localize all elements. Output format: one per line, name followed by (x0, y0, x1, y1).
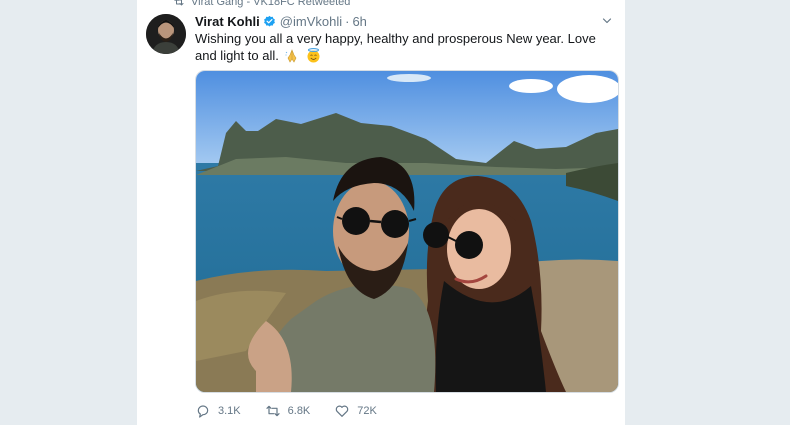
tweet-actions: 3.1K 6.8K 72K (195, 403, 401, 419)
reply-icon (197, 405, 209, 418)
tweet-header: Virat Kohli @imVkohli · 6h (195, 12, 615, 30)
handle[interactable]: @imVkohli (280, 14, 342, 29)
timestamp[interactable]: 6h (352, 14, 366, 29)
avatar[interactable] (146, 14, 186, 54)
retweet-context-text: Virat Gang - VK18FC Retweeted (191, 0, 351, 8)
retweet-icon (266, 405, 280, 417)
folded-hands-emoji-icon (285, 49, 299, 67)
retweet-count: 6.8K (287, 405, 311, 417)
heart-icon (336, 405, 349, 417)
retweet-button[interactable]: 6.8K (265, 403, 311, 419)
reply-button[interactable]: 3.1K (195, 403, 241, 419)
smiling-halo-emoji-icon (306, 48, 321, 67)
tweet-card[interactable]: Virat Gang - VK18FC Retweeted Virat Kohl… (137, 0, 625, 425)
reply-count: 3.1K (218, 405, 241, 417)
verified-badge-icon (263, 15, 276, 28)
tweet-text: Wishing you all a very happy, healthy an… (195, 30, 615, 67)
photo-selfie-coastline (196, 71, 618, 392)
retweet-context[interactable]: Virat Gang - VK18FC Retweeted (173, 0, 350, 9)
retweet-icon (174, 0, 184, 6)
like-count: 72K (357, 405, 377, 417)
tweet-photo[interactable] (195, 70, 619, 393)
separator: · (345, 13, 350, 29)
display-name[interactable]: Virat Kohli (195, 14, 260, 29)
tweet-text-body: Wishing you all a very happy, healthy an… (195, 31, 596, 63)
chevron-down-icon[interactable] (601, 15, 613, 27)
like-button[interactable]: 72K (334, 403, 377, 419)
